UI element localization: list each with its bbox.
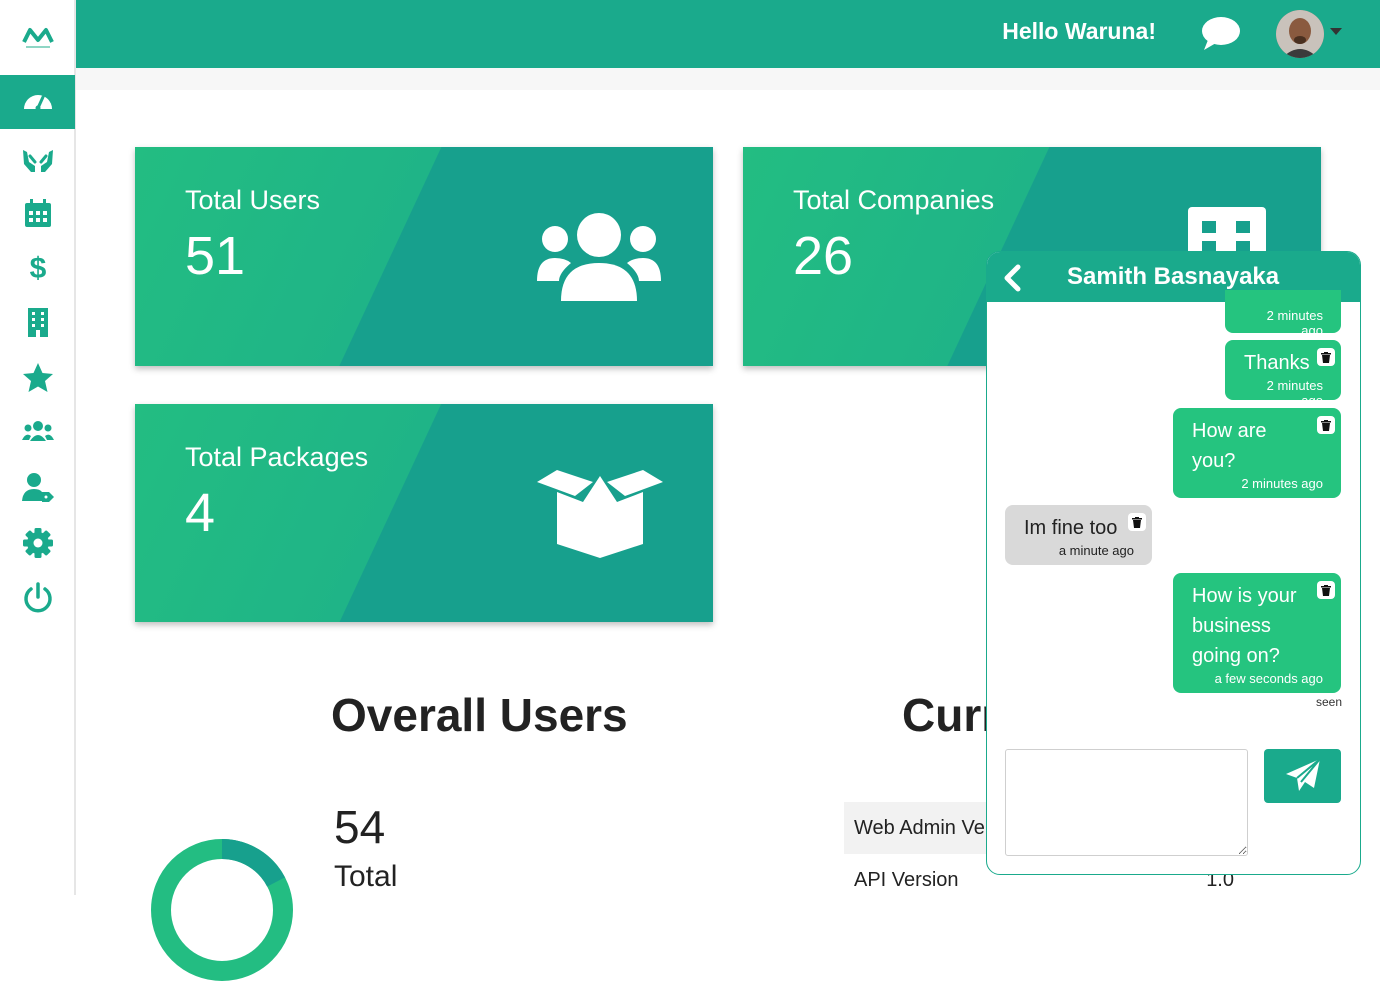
current-section-title: Curr: [902, 689, 1000, 741]
version-label: Web Admin Ve: [854, 816, 985, 839]
calendar-icon: [24, 199, 51, 227]
greeting-text: Hello Waruna!: [1002, 18, 1156, 44]
card-total-packages[interactable]: Total Packages 4: [135, 404, 713, 622]
chat-message: How is your business going on? a few sec…: [1173, 573, 1341, 693]
overall-users-total-label: Total: [334, 860, 398, 893]
message-time: a few seconds ago: [1214, 671, 1323, 686]
chevron-down-icon[interactable]: [1330, 28, 1342, 35]
svg-text:$: $: [29, 252, 46, 284]
overall-users-title: Overall Users: [331, 689, 628, 741]
card-title: Total Users: [185, 185, 321, 215]
nav-services[interactable]: [0, 132, 75, 186]
nav-calendar[interactable]: [0, 186, 75, 240]
overall-users-donut-chart: [151, 839, 293, 981]
chevron-left-icon[interactable]: [1001, 264, 1023, 292]
message-time: 2 minutes ago: [1241, 476, 1323, 491]
sidebar: $: [0, 0, 76, 895]
user-avatar[interactable]: [1276, 10, 1324, 58]
nav-dashboard[interactable]: [0, 75, 75, 129]
nav-logout[interactable]: [0, 571, 75, 625]
sub-header-bar: [76, 68, 1380, 90]
card-total-users[interactable]: Total Users 51: [135, 147, 713, 366]
card-title: Total Companies: [793, 185, 995, 215]
nav-payments[interactable]: $: [0, 240, 75, 294]
user-tag-icon: [21, 473, 54, 502]
delete-message-button[interactable]: [1317, 581, 1335, 599]
chat-message: Im fine too a minute ago: [1005, 505, 1152, 565]
version-label: API Version: [854, 868, 959, 891]
nav-settings[interactable]: [0, 516, 75, 570]
users-icon: [537, 213, 661, 301]
chat-message: How are you? 2 minutes ago: [1173, 408, 1341, 498]
send-message-button[interactable]: [1264, 749, 1341, 803]
card-value: 4: [185, 483, 216, 543]
trash-icon: [1132, 516, 1142, 528]
chat-message-input[interactable]: [1005, 749, 1248, 856]
chat-panel: Samith Basnayaka 2 minutes ago Thanks 2 …: [986, 251, 1361, 875]
chat-message: 2 minutes ago: [1225, 290, 1341, 338]
users-icon: [21, 421, 54, 441]
trash-icon: [1321, 584, 1331, 596]
message-text: How is your business going on?: [1192, 585, 1297, 667]
hands-icon: [22, 150, 53, 172]
top-header: Hello Waruna!: [76, 0, 1380, 68]
dashboard-icon: [23, 95, 52, 111]
chat-contact-name: Samith Basnayaka: [1067, 263, 1280, 290]
chat-message: Thanks 2 minutes ago: [1225, 340, 1341, 408]
chat-bubble-icon[interactable]: [1198, 14, 1242, 54]
card-value: 51: [185, 226, 246, 286]
delete-message-button[interactable]: [1317, 416, 1335, 434]
delete-message-button[interactable]: [1317, 348, 1335, 366]
trash-icon: [1321, 351, 1331, 363]
box-open-icon: [537, 470, 663, 558]
app-logo: [22, 28, 54, 48]
dollar-icon: $: [29, 252, 46, 284]
message-time: a minute ago: [1058, 543, 1134, 558]
star-icon: [22, 363, 53, 392]
trash-icon: [1321, 419, 1331, 431]
avatar-image: [1276, 10, 1324, 58]
paper-plane-icon: [1285, 758, 1321, 791]
card-value: 26: [793, 226, 854, 286]
overall-users-total-value: 54: [334, 801, 386, 853]
message-text: Im fine too: [1024, 517, 1118, 539]
delete-message-button[interactable]: [1128, 513, 1146, 531]
message-text: Thanks: [1244, 352, 1310, 374]
message-text: How are you?: [1192, 420, 1267, 472]
message-time: 2 minutes ago: [1266, 378, 1323, 408]
nav-reviews[interactable]: [0, 351, 75, 405]
nav-users[interactable]: [0, 405, 75, 459]
power-icon: [23, 582, 52, 613]
gear-icon: [22, 528, 53, 558]
building-icon: [27, 308, 48, 337]
message-time: 2 minutes ago: [1266, 308, 1323, 338]
seen-status: seen: [1315, 695, 1342, 709]
nav-companies[interactable]: [0, 295, 75, 349]
nav-user-roles[interactable]: [0, 460, 75, 514]
card-title: Total Packages: [185, 442, 369, 472]
